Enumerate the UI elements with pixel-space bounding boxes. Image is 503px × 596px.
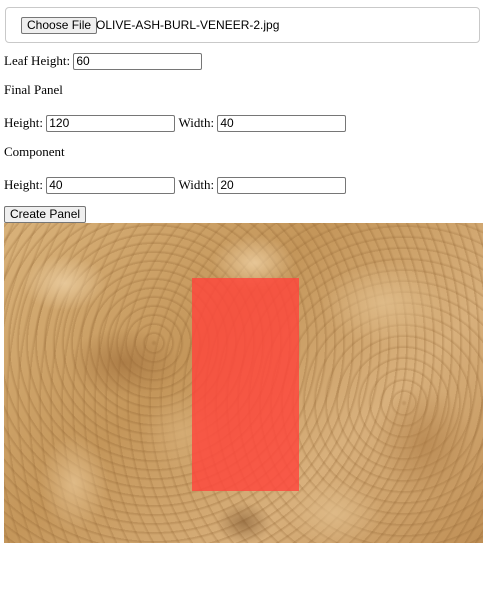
component-height-label: Height:	[4, 177, 43, 193]
component-row: Height: Width:	[4, 175, 347, 194]
veneer-preview-canvas	[4, 223, 483, 543]
final-panel-height-label: Height:	[4, 115, 43, 131]
component-heading: Component	[4, 144, 65, 159]
component-height-input[interactable]	[46, 176, 176, 194]
final-panel-width-input[interactable]	[217, 114, 347, 132]
leaf-height-input[interactable]	[73, 52, 203, 70]
component-width-input[interactable]	[217, 176, 347, 194]
panel-overlay	[192, 278, 299, 491]
choose-file-button[interactable]: Choose File	[21, 17, 98, 34]
final-panel-width-label: Width:	[178, 115, 215, 131]
component-width-label: Width:	[178, 177, 215, 193]
final-panel-height-input[interactable]	[46, 114, 176, 132]
file-upload-box: Choose File OLIVE-ASH-BURL-VENEER-2.jpg	[5, 7, 480, 43]
leaf-height-row: Leaf Height:	[4, 51, 203, 70]
leaf-height-label: Leaf Height:	[4, 53, 71, 69]
final-panel-heading: Final Panel	[4, 82, 63, 97]
selected-file-name: OLIVE-ASH-BURL-VENEER-2.jpg	[96, 18, 280, 32]
final-panel-row: Height: Width:	[4, 113, 347, 132]
create-panel-button[interactable]: Create Panel	[4, 206, 87, 223]
